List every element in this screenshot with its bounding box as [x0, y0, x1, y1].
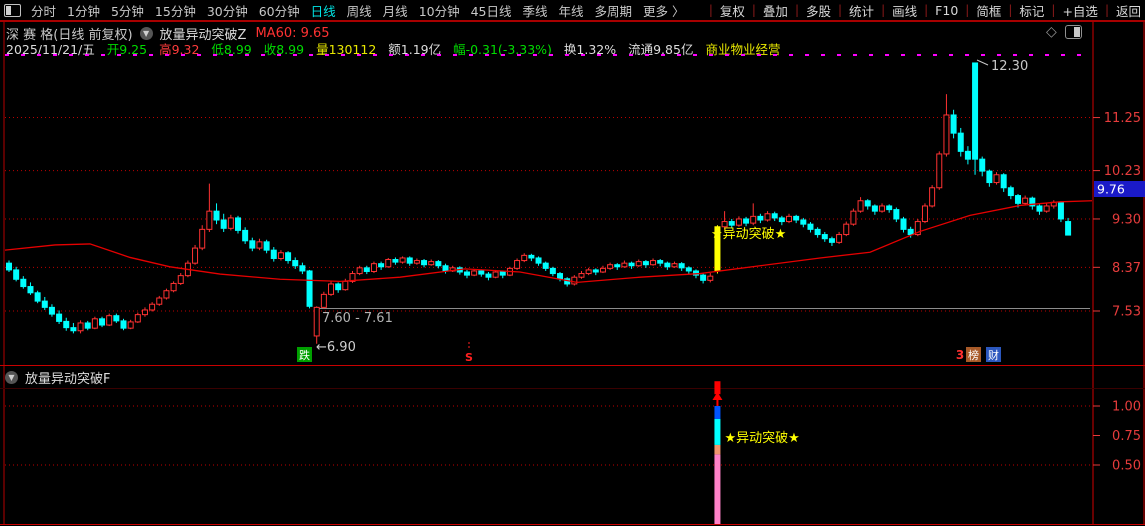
app-window: 分时 1分钟 5分钟 15分钟 30分钟 60分钟 日线 周线 月线 10分钟 45日线 季线 年线 多周…	[0, 0, 1145, 526]
sell-marker: S	[465, 351, 473, 364]
svg-text:8.37: 8.37	[1112, 261, 1141, 276]
svg-text:7.53: 7.53	[1112, 305, 1141, 320]
svg-text:9.76: 9.76	[1097, 182, 1125, 197]
svg-text:0.75: 0.75	[1112, 429, 1141, 444]
rank-number: 3	[956, 348, 964, 362]
svg-text:财: 财	[988, 348, 999, 362]
svg-text:跌: 跌	[299, 348, 310, 362]
sub-indicator-label-row: ▼ 放量异动突破F	[5, 368, 110, 387]
breakout-annotation: ★异动突破★	[711, 226, 786, 242]
svg-text:0.50: 0.50	[1112, 459, 1141, 474]
peak-price-annotation: 12.30	[991, 59, 1028, 74]
annotations: 12.30 7.60 - 7.61 ←6.90 ★异动突破★ 跌 S 3 榜财	[297, 59, 1028, 364]
candles-group	[6, 62, 1072, 344]
svg-text:1.00: 1.00	[1112, 400, 1141, 415]
gridlines	[5, 54, 1092, 312]
low-price-annotation: ←6.90	[316, 340, 356, 355]
sub-breakout-annotation: ★异动突破★	[724, 430, 799, 446]
sub-indicator-name: 放量异动突破F	[25, 372, 111, 387]
svg-text:榜: 榜	[968, 348, 979, 362]
chevron-down-circle-icon[interactable]: ▼	[5, 371, 18, 384]
ma60-line	[4, 200, 1093, 284]
svg-text:11.25: 11.25	[1104, 111, 1141, 126]
chart-canvas: 12.30 7.60 - 7.61 ←6.90 ★异动突破★ 跌 S 3 榜财 11.25 10.…	[0, 22, 1145, 525]
svg-text:9.30: 9.30	[1112, 212, 1141, 227]
svg-text:10.23: 10.23	[1104, 164, 1141, 179]
sub-indicator-panel: 1.00 0.75 0.50 ★异动突破★	[5, 381, 1141, 524]
price-axis: 11.25 10.23 9.30 8.37 7.53 9.76	[1093, 111, 1145, 320]
gap-range-annotation: 7.60 - 7.61	[322, 311, 393, 326]
